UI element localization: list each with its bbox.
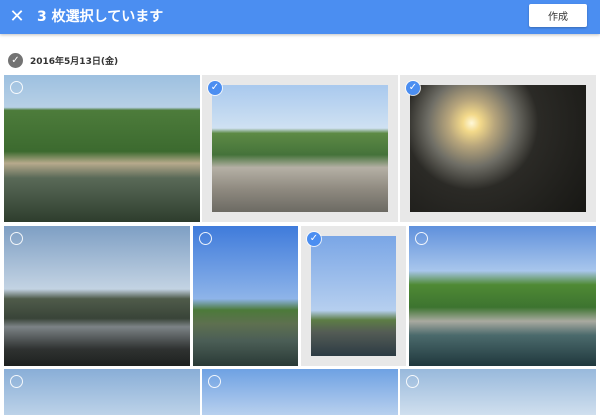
photo-thumbnail [193, 226, 298, 366]
photo-tile[interactable]: ✓ [202, 75, 398, 222]
select-circle-icon[interactable] [208, 375, 221, 388]
photo-tile[interactable]: ✓ [301, 226, 406, 366]
select-circle-icon[interactable] [10, 81, 23, 94]
close-icon[interactable]: ✕ [4, 4, 30, 30]
photo-thumbnail [4, 226, 190, 366]
create-button[interactable]: 作成 [529, 4, 587, 27]
photo-tile[interactable] [193, 226, 298, 366]
checkmark-icon[interactable]: ✓ [208, 81, 222, 95]
photo-thumbnail [4, 75, 200, 222]
photo-thumbnail [311, 236, 396, 356]
select-circle-icon[interactable] [199, 232, 212, 245]
top-app-bar: ✕ 3 枚選択しています 作成 [0, 0, 600, 34]
photo-tile[interactable] [409, 226, 596, 366]
select-date-group-icon[interactable]: ✓ [8, 52, 23, 68]
selection-count-title: 3 枚選択しています [37, 9, 164, 25]
photo-tile[interactable] [4, 226, 190, 366]
select-circle-icon[interactable] [406, 375, 419, 388]
checkmark-icon[interactable]: ✓ [406, 81, 420, 95]
date-group-header: ✓ 2016年5月13日(金) [8, 52, 118, 68]
photo-thumbnail [410, 85, 586, 212]
photo-tile[interactable] [202, 369, 398, 415]
date-label: 2016年5月13日(金) [30, 56, 119, 67]
photo-tile[interactable] [4, 75, 200, 222]
photo-tile[interactable] [400, 369, 596, 415]
photo-tile[interactable]: ✓ [400, 75, 596, 222]
photo-thumbnail [400, 369, 596, 415]
select-circle-icon[interactable] [10, 375, 23, 388]
checkmark-icon[interactable]: ✓ [307, 232, 321, 246]
select-circle-icon[interactable] [10, 232, 23, 245]
photo-tile[interactable] [4, 369, 200, 415]
photo-thumbnail [4, 369, 200, 415]
photo-thumbnail [409, 226, 596, 366]
select-circle-icon[interactable] [415, 232, 428, 245]
photo-thumbnail [212, 85, 388, 212]
photo-thumbnail [202, 369, 398, 415]
